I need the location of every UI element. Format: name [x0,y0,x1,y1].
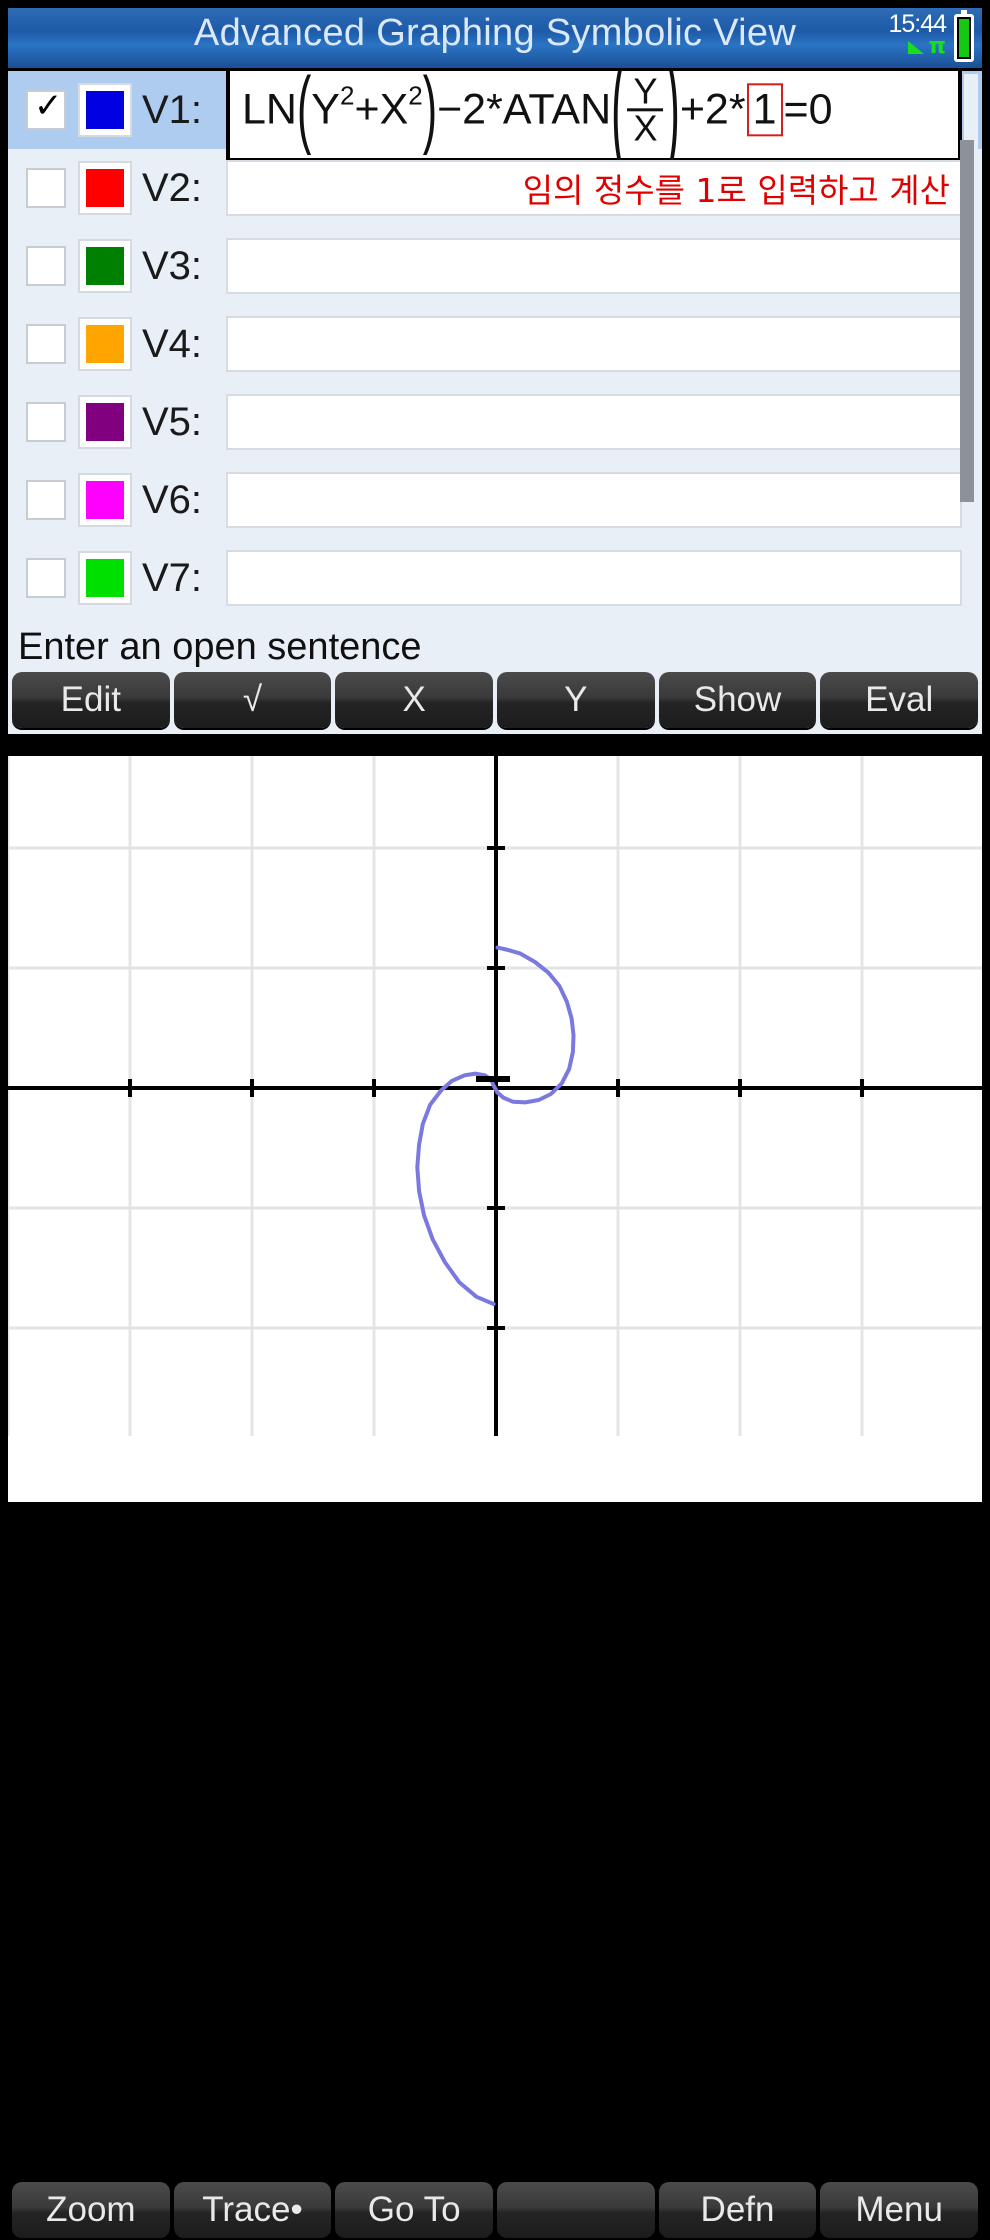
checkbox-v2[interactable] [26,168,66,208]
open-paren-1: ( [296,71,312,157]
title-bar: Advanced Graphing Symbolic View 15:44 π [8,8,982,71]
plus-op: + [354,85,380,134]
fraction-denominator: X [627,108,664,146]
list-scrollbar-track[interactable] [960,74,978,622]
expression-field-v3[interactable] [226,238,962,294]
softkey-x[interactable]: X [335,672,494,728]
symbolic-view-body: Advanced Graphing Symbolic View 15:44 π … [8,8,982,734]
plot-view-screen: Zoom Trace• Go To Defn Menu [0,748,990,2238]
symbolic-view-screen: Advanced Graphing Symbolic View 15:44 π … [0,0,990,742]
expression-row-v6[interactable]: V6: [8,461,982,539]
color-swatch-v6[interactable] [78,473,132,527]
color-fill-v4 [86,325,124,363]
expression-v1: LN(Y 2 + X 2) −2* ATAN(Y X) +2* 1 =0 [242,71,833,181]
var-y: Y [311,85,340,134]
color-swatch-v5[interactable] [78,395,132,449]
angle-mode-icon [907,38,927,56]
equals-zero: =0 [783,85,833,134]
color-swatch-v1[interactable] [78,83,132,137]
fraction-numerator: Y [633,71,658,112]
fraction-y-over-x: YX [627,71,664,146]
expression-field-v7[interactable] [226,550,962,606]
color-fill-v7 [86,559,124,597]
plot-softkey-bar: Zoom Trace• Go To Defn Menu [8,2182,982,2240]
expression-row-v7[interactable]: V7: [8,539,982,617]
battery-icon [954,10,974,62]
check-icon: ✓ [34,86,63,126]
status-hint-bar: Enter an open sentence [8,623,982,671]
close-paren-1: ) [422,71,438,157]
expression-row-v1[interactable]: ✓ V1: LN(Y 2 + X 2) −2* ATAN(Y X) +2* 1 =0 [8,71,982,181]
plot-canvas[interactable] [8,756,982,1436]
tail-plus-two: +2* [679,85,746,134]
korean-note: 임의 정수를 1로 입력하고 계산 [522,171,950,210]
battery-level [959,19,969,57]
fn-ln: LN [242,85,297,134]
color-fill-v2 [86,169,124,207]
softkey-edit[interactable]: Edit [12,672,170,728]
list-scrollbar-thumb[interactable] [960,140,974,502]
symbolic-softkey-bar: Edit √ X Y Show Eval [8,672,982,730]
checkbox-v1[interactable]: ✓ [26,86,66,130]
pi-icon: π [928,34,946,59]
row-label-v7: V7: [142,555,203,600]
exponent-x: 2 [408,80,423,111]
softkey-y[interactable]: Y [497,672,655,728]
edit-cursor-value[interactable]: 1 [746,83,783,137]
softkey-zoom[interactable]: Zoom [12,2182,170,2238]
expression-row-v5[interactable]: V5: [8,383,982,461]
minus-two-term: −2* [437,85,503,134]
row-label-v2: V2: [142,165,203,210]
axes [8,756,982,1436]
color-fill-v3 [86,247,124,285]
row-label-v4: V4: [142,321,203,366]
checkbox-v6[interactable] [26,480,66,520]
expression-field-v6[interactable] [226,472,962,528]
plot-view-body [8,756,982,1502]
softkey-eval[interactable]: Eval [820,672,979,728]
expression-row-v2[interactable]: V2: 임의 정수를 1로 입력하고 계산 [8,149,982,227]
expression-field-v2[interactable]: 임의 정수를 1로 입력하고 계산 [226,160,962,216]
softkey-defn[interactable]: Defn [658,2182,817,2238]
color-swatch-v7[interactable] [78,551,132,605]
checkbox-v4[interactable] [26,324,66,364]
color-swatch-v4[interactable] [78,317,132,371]
softkey-blank[interactable] [497,2182,655,2238]
softkey-show[interactable]: Show [658,672,817,728]
page-title: Advanced Graphing Symbolic View [193,12,797,54]
var-x: X [379,85,409,134]
row-label-v6: V6: [142,477,203,522]
fn-atan: ATAN [502,85,612,134]
expression-row-v3[interactable]: V3: [8,227,982,305]
status-icons: π [907,34,946,59]
row-label-v3: V3: [142,243,203,288]
expression-row-v4[interactable]: V4: [8,305,982,383]
color-fill-v6 [86,481,124,519]
checkbox-v5[interactable] [26,402,66,442]
checkbox-v3[interactable] [26,246,66,286]
softkey-goto[interactable]: Go To [335,2182,494,2238]
color-swatch-v3[interactable] [78,239,132,293]
color-fill-v1 [86,91,124,129]
color-swatch-v2[interactable] [78,161,132,215]
expression-field-v4[interactable] [226,316,962,372]
status-hint-text: Enter an open sentence [18,625,422,668]
row-label-v1: V1: [142,87,203,132]
color-fill-v5 [86,403,124,441]
softkey-menu[interactable]: Menu [820,2182,979,2238]
expression-field-v5[interactable] [226,394,962,450]
checkbox-v7[interactable] [26,558,66,598]
row-label-v5: V5: [142,399,203,444]
softkey-check[interactable]: √ [173,672,332,728]
expression-list: ✓ V1: LN(Y 2 + X 2) −2* ATAN(Y X) +2* 1 =0 V [8,71,982,623]
exponent-y: 2 [339,80,355,111]
softkey-trace[interactable]: Trace• [173,2182,332,2238]
